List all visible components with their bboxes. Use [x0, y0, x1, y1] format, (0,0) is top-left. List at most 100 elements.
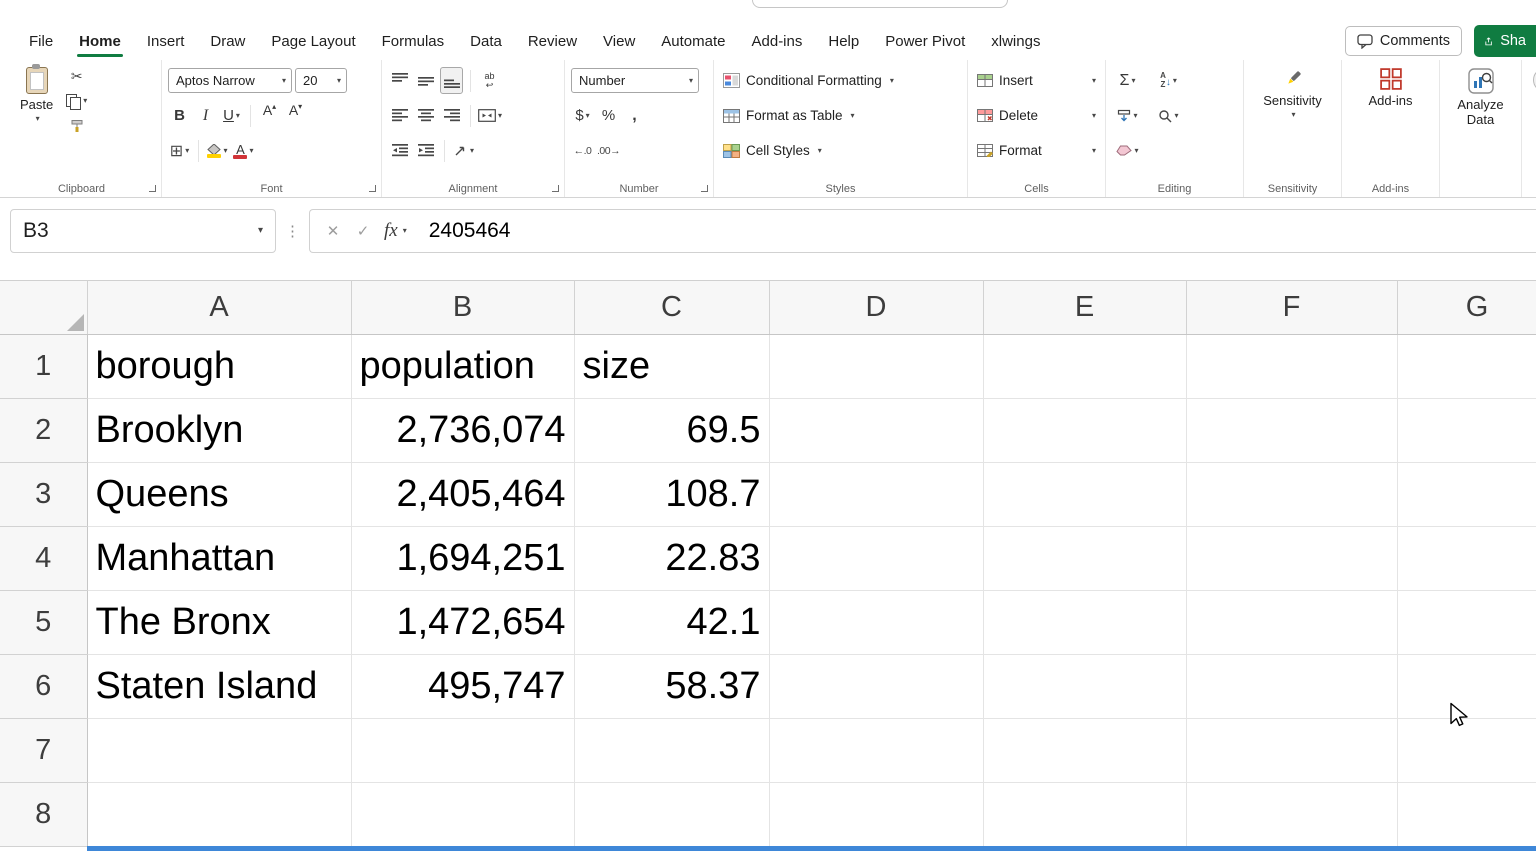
cell-D6[interactable]: [769, 655, 983, 719]
cell-B5[interactable]: 1,472,654: [351, 591, 574, 655]
row-header-5[interactable]: 5: [0, 591, 87, 655]
tab-insert[interactable]: Insert: [134, 24, 198, 58]
cell-B2[interactable]: 2,736,074: [351, 399, 574, 463]
cell-A2[interactable]: Brooklyn: [87, 399, 351, 463]
paste-button[interactable]: Paste: [8, 63, 65, 179]
autosum-button[interactable]: Σ: [1116, 67, 1139, 94]
insert-function-button[interactable]: fx: [380, 216, 411, 246]
drag-handle-dots-icon[interactable]: [285, 222, 300, 240]
font-name-combo[interactable]: Aptos Narrow: [168, 68, 292, 93]
accounting-format-button[interactable]: $: [571, 102, 594, 129]
copilot-button[interactable]: Co: [1528, 63, 1536, 179]
cell-G6[interactable]: [1397, 655, 1536, 719]
cell-E3[interactable]: [983, 463, 1186, 527]
cell-D3[interactable]: [769, 463, 983, 527]
alignment-dialog-launcher-icon[interactable]: [552, 185, 559, 192]
sensitivity-button[interactable]: Sensitivity: [1250, 63, 1335, 179]
copy-button[interactable]: [65, 90, 88, 112]
cell-E8[interactable]: [983, 783, 1186, 847]
analyze-data-button[interactable]: Analyze Data: [1446, 63, 1515, 179]
wrap-text-button[interactable]: ab ↩: [478, 67, 501, 94]
cell-E7[interactable]: [983, 719, 1186, 783]
enter-icon[interactable]: [350, 216, 376, 246]
cell-C2[interactable]: 69.5: [574, 399, 769, 463]
row-header-7[interactable]: 7: [0, 719, 87, 783]
tab-page-layout[interactable]: Page Layout: [258, 24, 368, 58]
tab-xlwings[interactable]: xlwings: [978, 24, 1053, 58]
cut-button[interactable]: [65, 65, 88, 87]
conditional-formatting-button[interactable]: Conditional Formatting: [720, 63, 961, 98]
percent-style-button[interactable]: %: [597, 102, 620, 129]
tab-review[interactable]: Review: [515, 24, 590, 58]
cell-F2[interactable]: [1186, 399, 1397, 463]
cell-G4[interactable]: [1397, 527, 1536, 591]
column-header-C[interactable]: C: [574, 281, 769, 335]
comma-style-button[interactable]: ,: [623, 102, 646, 129]
align-center-button[interactable]: [414, 102, 437, 129]
tab-home[interactable]: Home: [66, 24, 134, 58]
tab-add-ins[interactable]: Add-ins: [739, 24, 816, 58]
cell-F1[interactable]: [1186, 335, 1397, 399]
cell-C6[interactable]: 58.37: [574, 655, 769, 719]
column-header-D[interactable]: D: [769, 281, 983, 335]
decrease-decimal-button[interactable]: .00→: [597, 137, 620, 164]
cell-G1[interactable]: [1397, 335, 1536, 399]
format-as-table-button[interactable]: Format as Table: [720, 98, 961, 133]
underline-button[interactable]: U: [220, 102, 243, 129]
row-header-1[interactable]: 1: [0, 335, 87, 399]
cell-F5[interactable]: [1186, 591, 1397, 655]
cell-C7[interactable]: [574, 719, 769, 783]
cell-G2[interactable]: [1397, 399, 1536, 463]
cell-B4[interactable]: 1,694,251: [351, 527, 574, 591]
increase-font-size-button[interactable]: A: [258, 102, 281, 129]
bottom-align-button[interactable]: [440, 67, 463, 94]
cell-A7[interactable]: [87, 719, 351, 783]
cell-C1[interactable]: size: [574, 335, 769, 399]
cell-A3[interactable]: Queens: [87, 463, 351, 527]
column-header-B[interactable]: B: [351, 281, 574, 335]
comments-button[interactable]: Comments: [1345, 26, 1462, 56]
font-color-button[interactable]: A: [232, 137, 255, 164]
bold-button[interactable]: B: [168, 102, 191, 129]
cell-D5[interactable]: [769, 591, 983, 655]
font-size-combo[interactable]: 20: [295, 68, 347, 93]
fill-color-button[interactable]: [206, 137, 229, 164]
cell-E1[interactable]: [983, 335, 1186, 399]
font-dialog-launcher-icon[interactable]: [369, 185, 376, 192]
row-header-8[interactable]: 8: [0, 783, 87, 847]
format-painter-button[interactable]: [65, 115, 88, 137]
row-header-6[interactable]: 6: [0, 655, 87, 719]
tab-file[interactable]: File: [16, 24, 66, 58]
delete-cells-button[interactable]: Delete: [974, 98, 1099, 133]
row-header-2[interactable]: 2: [0, 399, 87, 463]
cell-E5[interactable]: [983, 591, 1186, 655]
increase-indent-button[interactable]: [414, 137, 437, 164]
borders-button[interactable]: [168, 137, 191, 164]
cell-D2[interactable]: [769, 399, 983, 463]
tab-view[interactable]: View: [590, 24, 648, 58]
tab-help[interactable]: Help: [815, 24, 872, 58]
top-align-button[interactable]: [388, 67, 411, 94]
orientation-button[interactable]: [452, 137, 475, 164]
align-left-button[interactable]: [388, 102, 411, 129]
cell-F3[interactable]: [1186, 463, 1397, 527]
tab-draw[interactable]: Draw: [197, 24, 258, 58]
italic-button[interactable]: I: [194, 102, 217, 129]
cell-D8[interactable]: [769, 783, 983, 847]
middle-align-button[interactable]: [414, 67, 437, 94]
decrease-font-size-button[interactable]: A: [284, 102, 307, 129]
formula-bar-value[interactable]: 2405464: [429, 219, 511, 243]
tab-data[interactable]: Data: [457, 24, 515, 58]
cell-F6[interactable]: [1186, 655, 1397, 719]
cell-B1[interactable]: population: [351, 335, 574, 399]
name-box[interactable]: B3: [10, 209, 276, 253]
cell-F7[interactable]: [1186, 719, 1397, 783]
cell-C5[interactable]: 42.1: [574, 591, 769, 655]
format-cells-button[interactable]: Format: [974, 133, 1099, 168]
select-all-corner[interactable]: [0, 281, 87, 335]
cell-D4[interactable]: [769, 527, 983, 591]
column-header-A[interactable]: A: [87, 281, 351, 335]
cell-E4[interactable]: [983, 527, 1186, 591]
cell-styles-button[interactable]: Cell Styles: [720, 133, 961, 168]
find-select-button[interactable]: [1157, 102, 1180, 129]
